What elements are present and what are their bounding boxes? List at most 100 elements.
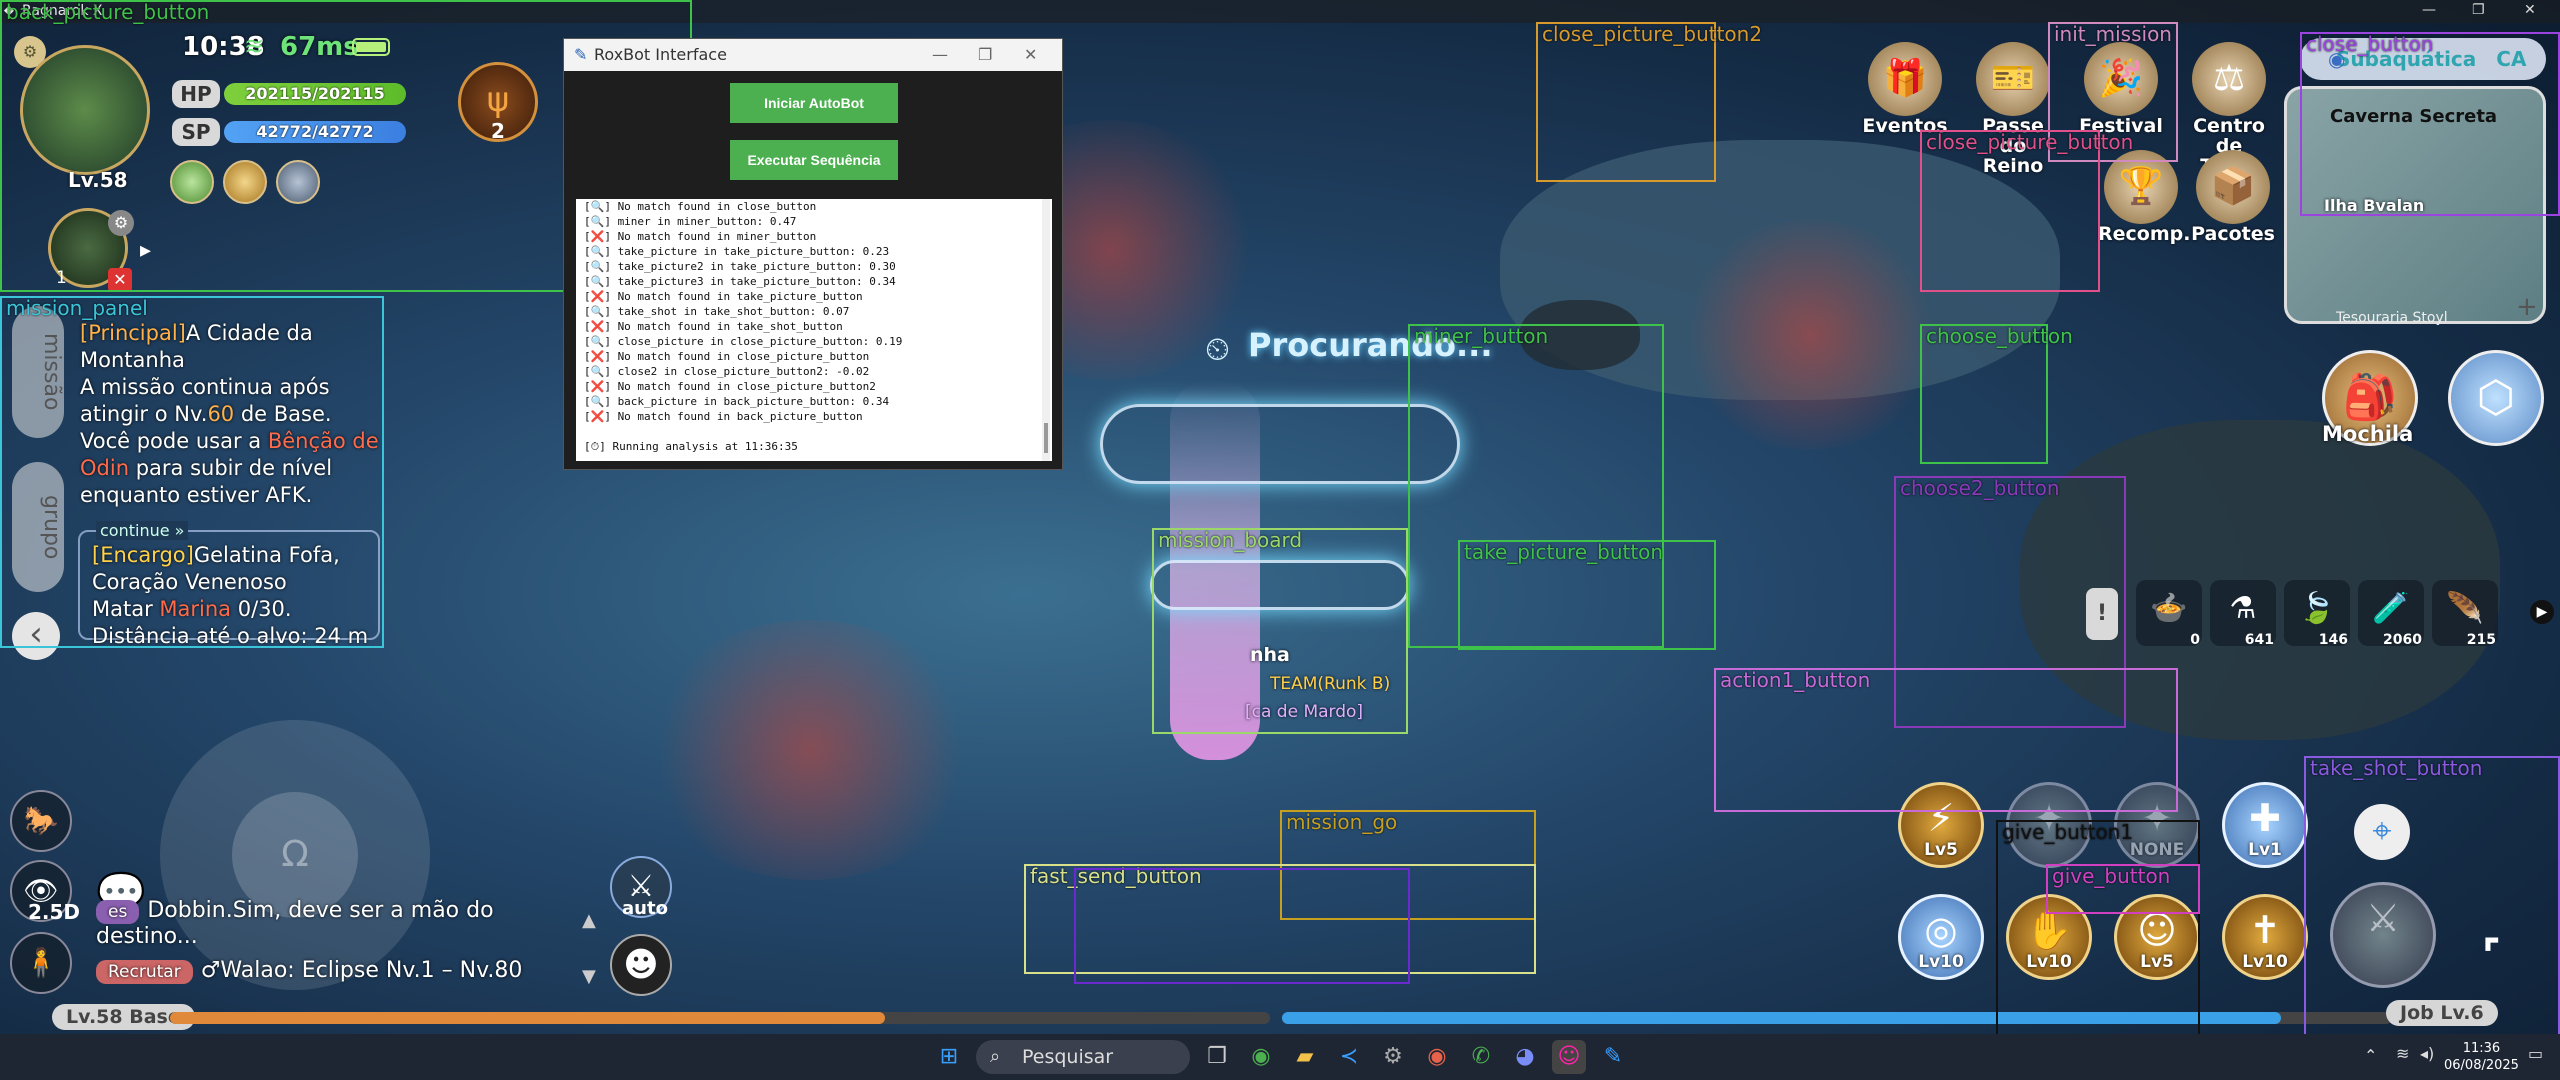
clock-date: 06/08/2025	[2444, 1058, 2519, 1073]
log-line: [❌] No match found in back_picture_butto…	[584, 410, 863, 423]
chat-tag: Recrutar	[96, 960, 193, 984]
item-count: 641	[2244, 632, 2274, 648]
detection-box: give_button	[2046, 864, 2200, 914]
detection-label: mission_go	[1286, 810, 1398, 834]
run-sequence-button[interactable]: Executar Sequência	[730, 140, 898, 180]
skill-level: Lv1	[2248, 840, 2282, 860]
skill-button[interactable]: ✚ Lv1	[2222, 782, 2308, 868]
chat-text: Dobbin.Sim, deve ser a mão do destino...	[96, 898, 494, 949]
detection-box: action1_button	[1714, 668, 2178, 812]
skill-level: Lv5	[1924, 840, 1958, 860]
roxbot-titlebar: ✎ RoxBot Interface — ❐ ✕	[564, 39, 1062, 71]
task-view-icon[interactable]: ❐	[1200, 1040, 1234, 1074]
chevron-down-icon[interactable]: ▼	[582, 966, 596, 987]
log-line: [🔍] close2 in close_picture_button2: -0.…	[584, 365, 870, 378]
log-line: [❌] No match found in close_picture_butt…	[584, 380, 876, 393]
feather-icon[interactable]: ✎	[1596, 1040, 1630, 1074]
skill-level: Lv10	[1918, 952, 1964, 972]
discord-icon[interactable]: ◕	[1508, 1040, 1542, 1074]
item-slot[interactable]: 215 🪶	[2432, 580, 2498, 648]
detection-label: take_shot_button	[2310, 756, 2483, 780]
coral-decoration	[1680, 220, 1940, 450]
close-icon[interactable]: ✕	[1024, 39, 1037, 71]
detection-label: close_picture_button	[1926, 130, 2134, 154]
item-slot[interactable]: 146 🍃	[2284, 580, 2350, 648]
chevron-up-icon[interactable]: ▲	[582, 910, 596, 931]
chrome-alt-icon[interactable]: ◉	[1420, 1040, 1454, 1074]
log-scrollbar[interactable]	[1042, 199, 1050, 461]
detection-label: choose_button	[1926, 324, 2073, 348]
view-mode[interactable]: 2.5D	[28, 900, 80, 924]
log-line: [🔍] No match found in close_button	[584, 200, 817, 213]
chat-line[interactable]: Recrutar ♂Walao: Eclipse Nv.1 – Nv.80	[96, 958, 596, 984]
start-autobot-button[interactable]: Iniciar AutoBot	[730, 83, 898, 123]
plus-icon[interactable]: +	[2516, 292, 2538, 322]
menu-label: Pacotes	[2191, 223, 2275, 245]
volume-icon[interactable]: ◂)	[2420, 1044, 2434, 1063]
menu-label: Recomp.	[2098, 223, 2191, 245]
vscode-icon[interactable]: ≺	[1332, 1040, 1366, 1074]
item-count: 2060	[2383, 632, 2422, 648]
detection-label: mission_panel	[6, 296, 148, 320]
character-icon[interactable]: 🧍	[10, 932, 72, 994]
detection-label: action1_button	[1720, 668, 1871, 692]
wifi-icon[interactable]: ≋	[2396, 1044, 2409, 1063]
detection-label: give_button1	[2002, 820, 2134, 844]
guide-icon[interactable]: ⬡	[2448, 350, 2544, 446]
windows-start-icon[interactable]: ⊞	[932, 1040, 966, 1074]
game-icon[interactable]: ☺	[1552, 1040, 1586, 1074]
maximize-icon[interactable]: ❐	[2472, 2, 2485, 18]
tray-chevron-icon[interactable]: ⌃	[2364, 1046, 2377, 1065]
item-count: 215	[2466, 632, 2496, 648]
clock-time: 11:36	[2462, 1041, 2501, 1056]
item-slot[interactable]: 2060 🧪	[2358, 580, 2424, 648]
skill-button[interactable]: ◎ Lv10	[1898, 894, 1984, 980]
chat-line[interactable]: es Dobbin.Sim, deve ser a mão do destino.…	[96, 898, 596, 949]
log-line: [🔍] back_picture in back_picture_button:…	[584, 395, 890, 408]
detection-label: close_picture_button2	[1542, 22, 1763, 46]
joystick[interactable]: Ω	[160, 720, 430, 990]
log-line: [❌] No match found in close_picture_butt…	[584, 350, 870, 363]
chat-text: ♂Walao: Eclipse Nv.1 – Nv.80	[200, 958, 523, 983]
coral-decoration	[640, 620, 980, 880]
feather-icon: ✎	[574, 45, 588, 64]
detection-label: init_mission	[2054, 22, 2172, 46]
system-clock[interactable]: 11:36 06/08/2025	[2444, 1040, 2519, 1074]
menu-reward[interactable]: 🏆 Recomp.	[2098, 150, 2191, 245]
log-textarea[interactable]: [🔍] No match found in close_button [🔍] mi…	[576, 199, 1052, 461]
log-line: [🔍] take_shot in take_shot_button: 0.07	[584, 305, 850, 318]
menu-events[interactable]: 🎁 Eventos	[1862, 42, 1948, 136]
exp-bar	[170, 1012, 1270, 1024]
settings-icon[interactable]: ⚙	[1376, 1040, 1410, 1074]
detection-box: close_picture_button	[1920, 130, 2133, 292]
pegasus-icon[interactable]: 🐎	[10, 790, 72, 852]
notification-icon[interactable]: ▭	[2528, 1044, 2543, 1063]
log-line: [🔍] miner in miner_button: 0.47	[584, 215, 797, 228]
detection-box: take_shot_button	[2304, 756, 2560, 1080]
folder-icon[interactable]: ▰	[1288, 1040, 1322, 1074]
detection-box: choose_button	[1920, 324, 2073, 464]
item-slot[interactable]: 0 🍲	[2136, 580, 2202, 648]
search-icon: ⌕	[990, 1046, 1001, 1067]
item-slot[interactable]: 641 ⚗	[2210, 580, 2276, 648]
chrome-icon[interactable]: ◉	[1244, 1040, 1278, 1074]
skill-button[interactable]: ✝ Lv10	[2222, 894, 2308, 980]
detection-box: close_picture_button2	[1536, 22, 1762, 182]
detection-label: mission_board	[1158, 528, 1303, 552]
log-line: [⏱] Running analysis at 11:36:35	[584, 440, 798, 453]
minimize-icon[interactable]: —	[2422, 2, 2436, 18]
detection-box: mission_panel	[0, 296, 384, 648]
taskbar-search[interactable]: Pesquisar	[976, 1040, 1190, 1074]
minimize-icon[interactable]: —	[932, 39, 948, 71]
detection-box	[1074, 868, 1410, 984]
menu-package[interactable]: 📦 Pacotes	[2190, 150, 2276, 244]
maximize-icon[interactable]: ❐	[978, 39, 992, 71]
chevron-right-icon[interactable]: ▶	[2530, 600, 2554, 624]
log-line: [🔍] take_picture3 in take_picture_button…	[584, 275, 896, 288]
skill-level: Lv10	[2242, 952, 2288, 972]
whatsapp-icon[interactable]: ✆	[1464, 1040, 1498, 1074]
close-icon[interactable]: ✕	[2524, 2, 2536, 18]
emote-button[interactable]: ☻	[610, 934, 672, 996]
title-banner	[1100, 404, 1460, 484]
log-line: [❌] No match found in miner_button	[584, 230, 817, 243]
